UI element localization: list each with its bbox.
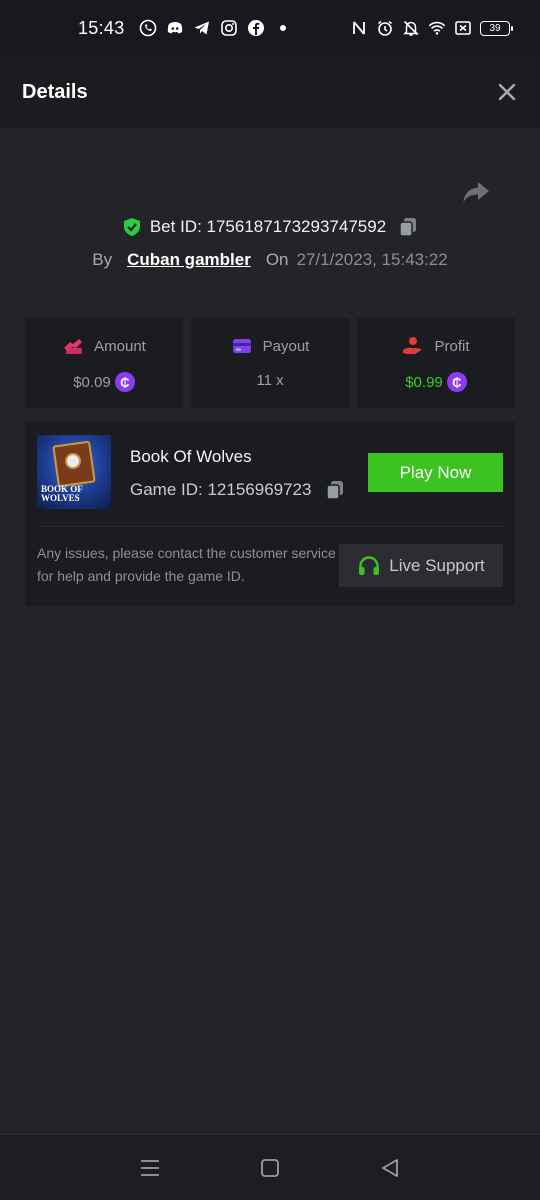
play-now-button[interactable]: Play Now — [368, 453, 503, 492]
whatsapp-icon — [139, 19, 157, 37]
game-id-row: Game ID: 12156969723 — [130, 479, 345, 501]
support-notice: Any issues, please contact the customer … — [37, 545, 336, 584]
divider — [37, 526, 503, 527]
by-label: By — [92, 250, 113, 269]
page-title: Details — [22, 80, 88, 103]
profit-icon — [402, 336, 424, 356]
game-thumbnail[interactable]: BOOK OF WOLVES — [37, 435, 111, 509]
wifi-icon — [428, 19, 446, 37]
close-icon[interactable] — [496, 81, 518, 103]
thumb-text-2: WOLVES — [41, 493, 80, 503]
nfc-icon — [350, 19, 368, 37]
share-icon[interactable] — [462, 180, 490, 204]
coin-icon: ₵ — [446, 372, 467, 392]
amount-icon — [62, 336, 84, 356]
battery-icon: 39 — [480, 20, 513, 36]
details-header: Details — [0, 56, 540, 128]
status-bar: 15:43 39 — [0, 0, 540, 56]
payout-card: Payout 11 x — [191, 318, 349, 408]
amount-value: $0.09 — [73, 373, 111, 391]
live-support-button[interactable]: Live Support — [339, 544, 503, 587]
bet-stats: Amount $0.09 ₵ Payout 11 x Profit $0.99 … — [25, 318, 515, 408]
amount-card: Amount $0.09 ₵ — [25, 318, 183, 408]
bet-id-text: Bet ID: 1756187173293747592 — [149, 217, 387, 236]
bet-date: 27/1/2023, 15:43:22 — [296, 250, 448, 269]
alarm-icon — [376, 19, 394, 37]
on-label: On — [265, 250, 289, 269]
payout-label: Payout — [262, 337, 310, 355]
headset-icon — [357, 554, 381, 578]
amount-label: Amount — [94, 337, 146, 355]
live-support-label: Live Support — [389, 555, 485, 575]
home-icon[interactable] — [258, 1156, 282, 1180]
facebook-icon — [247, 19, 265, 37]
discord-icon — [166, 19, 184, 37]
game-card: BOOK OF WOLVES Book Of Wolves Game ID: 1… — [25, 422, 515, 606]
user-link[interactable]: Cuban gambler — [127, 250, 251, 270]
profit-label: Profit — [434, 337, 470, 355]
copy-bet-id-icon[interactable] — [398, 216, 418, 238]
game-name: Book Of Wolves — [130, 447, 252, 466]
bet-owner-row: By Cuban gambler On 27/1/2023, 15:43:22 — [0, 250, 540, 270]
instagram-icon — [220, 19, 238, 37]
status-time: 15:43 — [78, 17, 125, 38]
telegram-icon — [193, 19, 211, 37]
copy-game-id-icon[interactable] — [325, 479, 345, 501]
profit-card: Profit $0.99 ₵ — [357, 318, 515, 408]
game-id-text: Game ID: 12156969723 — [130, 480, 312, 499]
mute-icon — [402, 19, 420, 37]
recents-menu-icon[interactable] — [138, 1156, 162, 1180]
notification-icons — [139, 19, 292, 37]
system-nav-bar — [0, 1134, 540, 1200]
profit-value: $0.99 — [405, 373, 443, 391]
verified-shield-icon — [122, 217, 142, 237]
screen-icon — [454, 19, 472, 37]
payout-value: 11 x — [256, 372, 284, 389]
system-icons: 39 — [350, 19, 513, 37]
back-icon[interactable] — [378, 1156, 402, 1180]
dot-icon — [274, 19, 292, 37]
coin-icon: ₵ — [114, 372, 135, 392]
payout-card-icon — [231, 336, 253, 356]
bet-id-row: Bet ID: 1756187173293747592 — [0, 216, 540, 238]
